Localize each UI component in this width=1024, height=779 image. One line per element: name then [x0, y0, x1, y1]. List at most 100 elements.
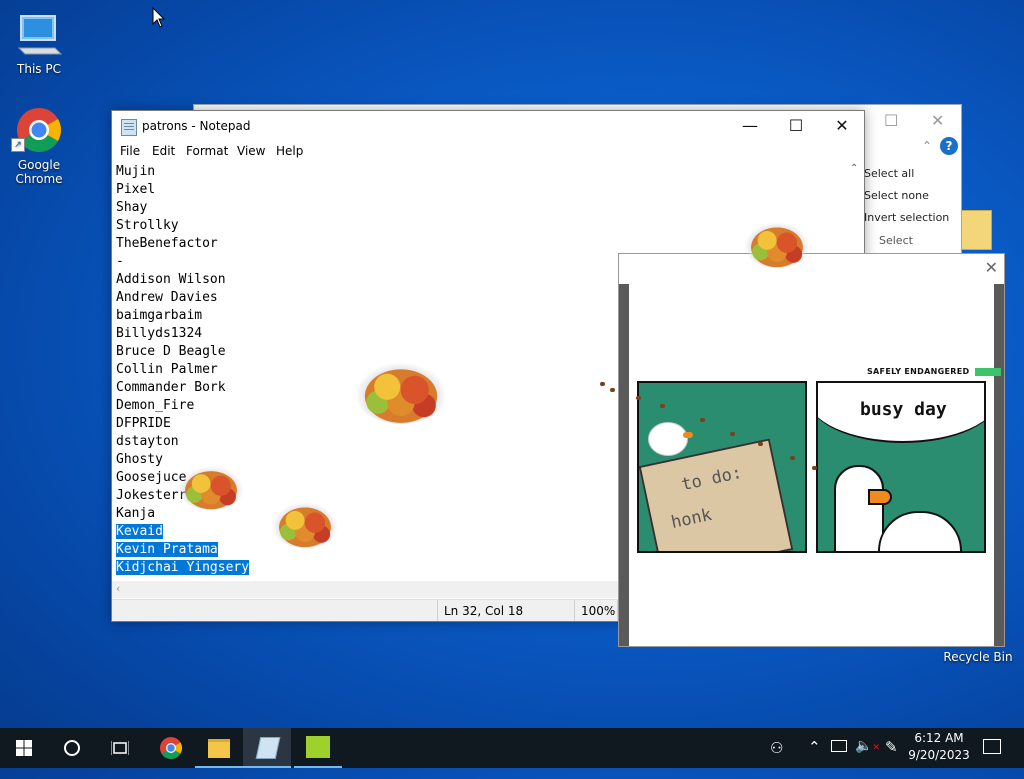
text-line-content: dstayton [116, 434, 179, 449]
text-line-content: Pixel [116, 182, 156, 197]
chrome-icon [160, 737, 182, 759]
goose-app-icon [306, 736, 330, 758]
invert-selection-button[interactable]: Invert selection [864, 211, 949, 224]
maximize-button[interactable]: ☐ [773, 111, 819, 141]
leaf-pile[interactable] [178, 466, 244, 510]
notepad-icon [121, 119, 137, 136]
folder-icon [960, 210, 992, 250]
cursor-position: Ln 32, Col 18 [444, 604, 524, 618]
clock[interactable]: 6:12 AM 9/20/2023 [908, 728, 970, 768]
desktop-icon-google-chrome[interactable]: ↗ Google Chrome [1, 106, 77, 186]
desktop-icon-this-pc[interactable]: This PC [1, 10, 77, 76]
mouse-cursor-icon [152, 6, 166, 33]
title-bar[interactable]: patrons - Notepad — ☐ ✕ [112, 111, 864, 141]
chrome-icon: ↗ [11, 106, 63, 154]
help-icon[interactable]: ? [940, 137, 958, 155]
text-line-content: Addison Wilson [116, 272, 226, 287]
leaf-pile[interactable] [744, 222, 810, 268]
panel-text: busy day [860, 399, 947, 420]
chevron-up-icon[interactable]: ⌃ [808, 738, 821, 778]
text-line-content: - [116, 254, 124, 269]
chevron-up-icon[interactable]: ⌃ [922, 139, 932, 153]
text-line-content: Andrew Davies [116, 290, 218, 305]
taskbar-desktop-goose[interactable] [294, 728, 342, 768]
text-line-content: Demon_Fire [116, 398, 195, 413]
close-button[interactable]: ✕ [931, 111, 944, 130]
task-view-icon [111, 741, 129, 755]
ribbon-group-label: Select [879, 234, 913, 247]
text-line[interactable]: Strollky [116, 217, 851, 235]
notification-icon[interactable] [983, 739, 1001, 754]
desktop-icon-recycle-bin[interactable]: Recycle Bin [938, 650, 1018, 664]
start-button[interactable] [0, 728, 48, 768]
brand-badge [974, 367, 1001, 376]
search-button[interactable] [48, 728, 96, 768]
people-icon[interactable]: ⚇ [770, 739, 783, 779]
cortana-circle-icon [64, 740, 80, 756]
scroll-up-icon[interactable]: ⌃ [850, 163, 858, 174]
text-line-content: Ghosty [116, 452, 163, 467]
text-line-content: Kevaid [116, 524, 163, 539]
scroll-left-icon[interactable]: ‹ [116, 582, 120, 595]
shortcut-arrow-icon: ↗ [11, 138, 25, 152]
text-line-content: baimgarbaim [116, 308, 203, 323]
select-all-button[interactable]: Select all [864, 167, 914, 180]
text-line-content: TheBenefactor [116, 236, 218, 251]
taskbar-notepad[interactable] [243, 728, 291, 768]
text-line-content: Bruce D Beagle [116, 344, 226, 359]
text-line-content: Strollky [116, 218, 179, 233]
menu-format[interactable]: Format [186, 144, 228, 158]
comic-header: SAFELY ENDANGERED [867, 367, 1001, 376]
minimize-button[interactable]: — [727, 111, 773, 141]
menu-view[interactable]: View [237, 144, 265, 158]
menu-file[interactable]: File [120, 144, 140, 158]
menu-help[interactable]: Help [276, 144, 303, 158]
text-line-content: DFPRIDE [116, 416, 171, 431]
goose-pet-beak [683, 432, 693, 438]
desktop-icon-label: Google Chrome [15, 158, 63, 186]
desktop-icon-label: This PC [17, 62, 61, 76]
select-none-button[interactable]: Select none [864, 189, 929, 202]
desktop-icon-label: Recycle Bin [943, 650, 1013, 664]
text-line-content: Commander Bork [116, 380, 226, 395]
text-line-content: Mujin [116, 164, 156, 179]
menu-edit[interactable]: Edit [152, 144, 175, 158]
text-line-content: Jokesterr [116, 488, 187, 503]
text-line[interactable]: Pixel [116, 181, 851, 199]
leaf-pile[interactable] [355, 362, 447, 424]
menu-bar: File Edit Format View Help [112, 141, 864, 161]
goose-beak [868, 489, 892, 505]
text-line[interactable]: TheBenefactor [116, 235, 851, 253]
text-line[interactable]: Shay [116, 199, 851, 217]
text-line[interactable]: Mujin [116, 163, 851, 181]
paper-scroll [639, 438, 794, 551]
windows-icon [16, 740, 32, 756]
volume-muted-icon[interactable]: 🔈✕ [855, 738, 880, 778]
computer-icon [15, 10, 63, 58]
zoom-level: 100% [581, 604, 616, 618]
text-line-content: Goosejuce [116, 470, 187, 485]
folder-icon [208, 739, 230, 758]
window-title: patrons - Notepad [142, 119, 251, 133]
goose-body [878, 511, 962, 551]
text-line-content: Kevin Pratama [116, 542, 218, 557]
maximize-button[interactable]: ☐ [884, 111, 898, 130]
pen-icon[interactable]: ✎ [885, 738, 898, 778]
close-button[interactable]: ✕ [819, 111, 865, 141]
notepad-icon [255, 737, 281, 759]
text-line-content: Kidjchai Yingsery [116, 560, 250, 575]
task-view-button[interactable] [96, 728, 144, 768]
taskbar-chrome[interactable] [147, 728, 195, 768]
text-line-content: Shay [116, 200, 148, 215]
close-icon[interactable]: ✕ [985, 258, 998, 277]
leaf-pile[interactable] [272, 502, 338, 548]
taskbar: ⚇ ⌃ 🔈✕ ✎ 6:12 AM 9/20/2023 [0, 728, 1024, 768]
text-line-content: Billyds1324 [116, 326, 203, 341]
network-icon[interactable] [831, 740, 847, 752]
clock-date: 9/20/2023 [908, 748, 970, 762]
text-line-content: Collin Palmer [116, 362, 218, 377]
text-line-content: Kanja [116, 506, 156, 521]
goose-pet[interactable] [648, 422, 688, 456]
taskbar-file-explorer[interactable] [195, 728, 243, 768]
comic-panel-2: busy day [816, 381, 986, 553]
